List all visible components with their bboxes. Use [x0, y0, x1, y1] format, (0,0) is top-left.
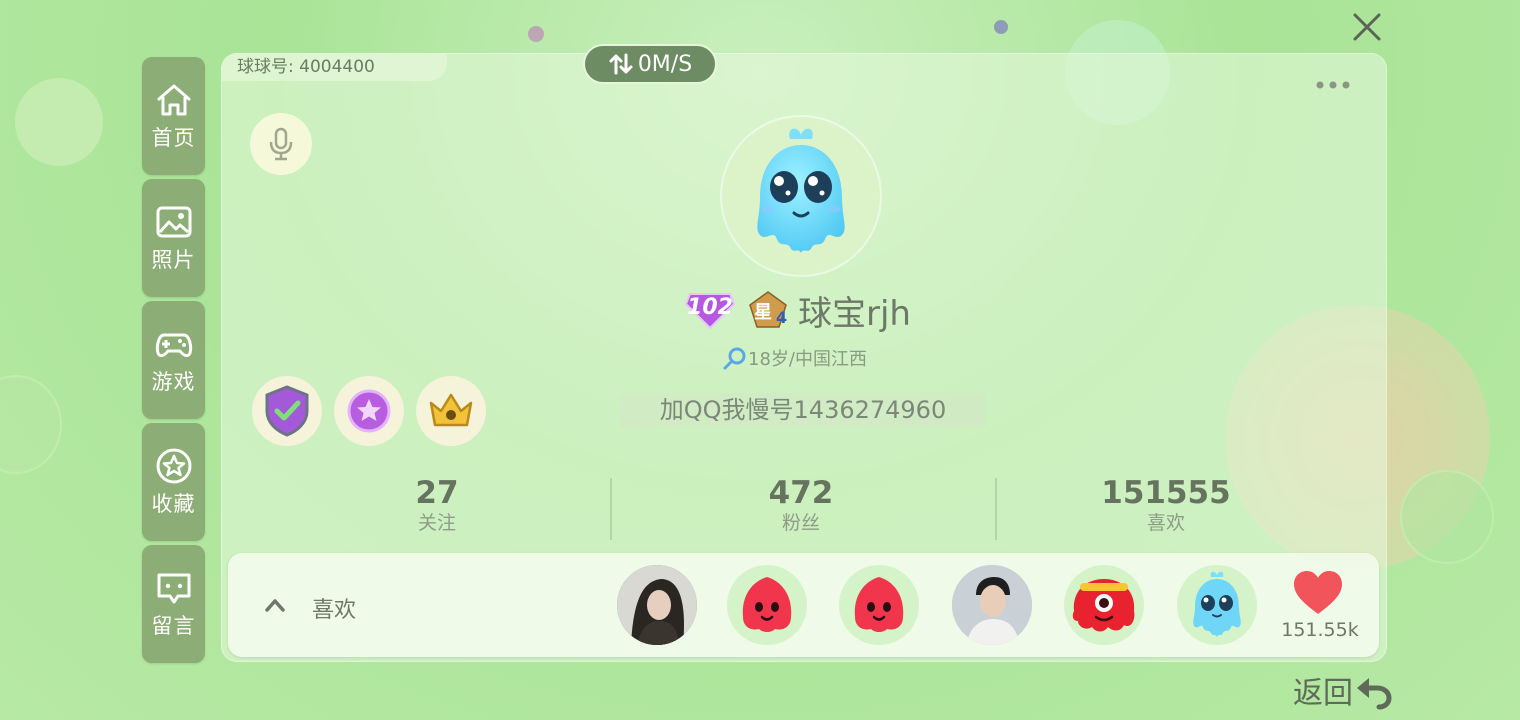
honor-badge[interactable]: [252, 376, 322, 446]
sidebar-item-messages[interactable]: 留言: [142, 545, 205, 663]
stat-followers[interactable]: 472 粉丝: [651, 474, 951, 534]
stat-likes[interactable]: 151555 喜欢: [1016, 474, 1316, 534]
star-rank-badge: 星 4: [748, 290, 792, 330]
stats-row: 27 关注 472 粉丝 151555 喜欢: [246, 474, 1376, 544]
back-label: 返回: [1293, 676, 1353, 711]
profile-info: 18岁/中国江西: [722, 345, 867, 371]
stat-value: 472: [768, 475, 834, 511]
sidebar-item-games[interactable]: 游戏: [142, 301, 205, 419]
back-button[interactable]: 返回: [1293, 668, 1393, 712]
avatar[interactable]: [722, 117, 880, 275]
pink-jelly-avatar: [854, 577, 904, 632]
red-monster-avatar: [1072, 579, 1135, 632]
heart-icon[interactable]: [1292, 570, 1344, 616]
stat-label: 关注: [417, 512, 456, 534]
heart-count: 151.55k: [1281, 619, 1359, 641]
stat-value: 27: [415, 475, 459, 511]
sidebar-item-label: 照片: [151, 248, 196, 272]
photo-icon: [156, 206, 191, 238]
sidebar-item-photos[interactable]: 照片: [142, 179, 205, 297]
level-badge: 102: [684, 290, 736, 330]
liker-avatar[interactable]: [1064, 565, 1144, 645]
star-icon: [156, 448, 191, 484]
transfer-arrows-icon: [609, 53, 633, 75]
gold-crown-badge-icon: [429, 393, 473, 427]
likes-section-label: 喜欢: [312, 598, 357, 623]
stat-value: 151555: [1101, 475, 1231, 511]
name-row: 102 星 4 球宝rjh: [684, 286, 911, 334]
sidebar-item-label: 收藏: [151, 492, 196, 516]
message-icon: [157, 573, 190, 604]
sidebar-item-label: 留言: [151, 614, 196, 638]
close-icon[interactable]: [1350, 10, 1384, 44]
star-level-value: 4: [776, 308, 788, 327]
liker-avatar[interactable]: [1177, 565, 1257, 645]
pink-jelly-avatar: [742, 577, 792, 632]
network-speed-badge: 0M/S: [583, 44, 717, 84]
gamepad-icon: [155, 333, 192, 358]
profile-signature: 加QQ我慢号1436274960: [620, 393, 986, 427]
age-location: 18岁/中国江西: [748, 349, 867, 370]
honor-badges: [252, 376, 486, 446]
sidebar: 首页 照片 游戏 收藏 留言: [142, 57, 205, 667]
user-photo-avatar: [617, 565, 697, 645]
level-value: 102: [687, 295, 733, 320]
chevron-up-icon[interactable]: [263, 596, 287, 614]
microphone-icon: [269, 127, 293, 161]
liker-avatar[interactable]: [727, 565, 807, 645]
home-icon: [157, 84, 190, 116]
honor-badge[interactable]: [334, 376, 404, 446]
stat-label: 喜欢: [1146, 512, 1185, 534]
network-speed-value: 0M/S: [637, 51, 693, 77]
user-photo-avatar: [952, 565, 1032, 645]
stat-divider: [610, 478, 612, 540]
stat-divider: [995, 478, 997, 540]
check-shield-badge-icon: [265, 385, 309, 437]
sidebar-item-home[interactable]: 首页: [142, 57, 205, 175]
stat-following[interactable]: 27 关注: [287, 474, 587, 534]
star-badge-label: 星: [754, 302, 772, 323]
more-options-icon[interactable]: [1313, 75, 1353, 95]
liker-avatar[interactable]: [839, 565, 919, 645]
account-id: 球球号: 4004400: [221, 53, 447, 81]
gender-male-icon: [723, 347, 746, 370]
blue-jelly-avatar: [1193, 571, 1241, 637]
return-arrow-icon: [1357, 678, 1392, 710]
sidebar-item-label: 首页: [151, 126, 196, 150]
stat-label: 粉丝: [781, 512, 820, 534]
star-medal-badge-icon: [347, 389, 391, 433]
sidebar-item-favorites[interactable]: 收藏: [142, 423, 205, 541]
sidebar-item-label: 游戏: [151, 370, 196, 394]
username: 球宝rjh: [798, 293, 911, 334]
jelly-mascot-avatar: [757, 128, 845, 253]
liker-avatar[interactable]: [952, 565, 1032, 645]
voice-button[interactable]: [250, 113, 312, 175]
liker-avatar[interactable]: [617, 565, 697, 645]
honor-badge[interactable]: [416, 376, 486, 446]
